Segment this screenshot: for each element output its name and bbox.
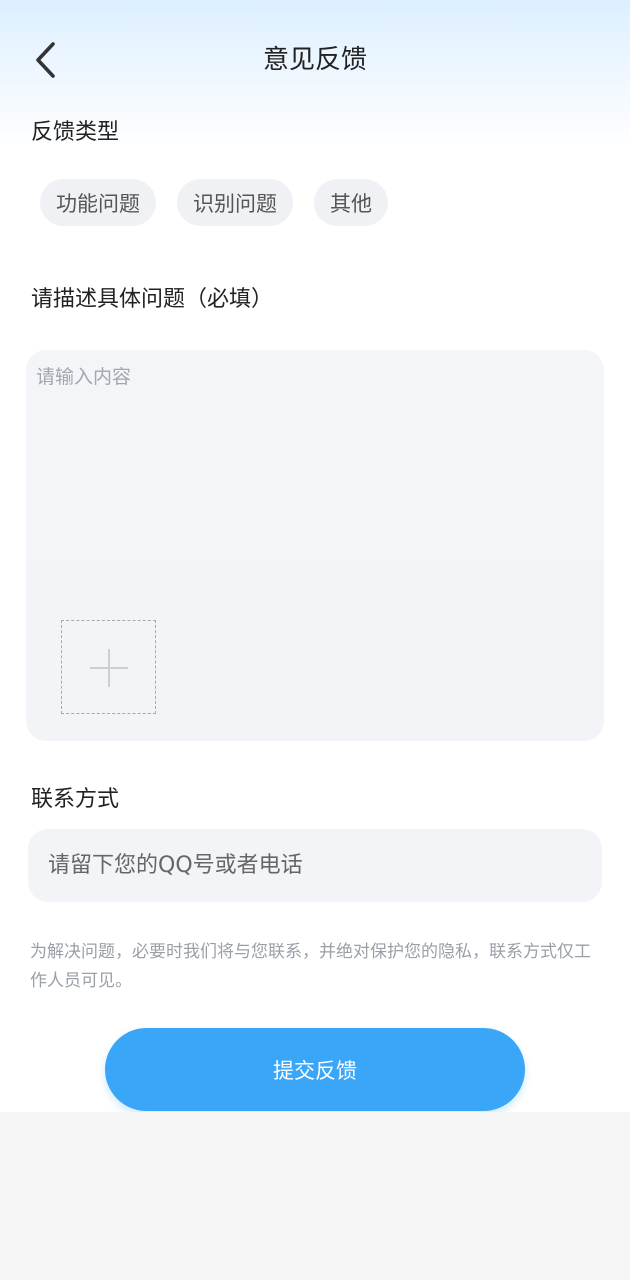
privacy-note: 为解决问题，必要时我们将与您联系，并绝对保护您的隐私，联系方式仅工作人员可见。	[30, 942, 591, 991]
add-image-button[interactable]	[61, 620, 156, 714]
feedback-type-label: 反馈类型	[31, 120, 120, 145]
description-label: 请描述具体问题（必填）	[31, 287, 274, 312]
bottom-blank-area	[0, 1112, 630, 1280]
chip-recognition-issue[interactable]: 识别问题	[177, 179, 293, 226]
page-title: 意见反馈	[262, 45, 367, 75]
feedback-textarea[interactable]	[26, 350, 604, 560]
header: 意见反馈	[0, 0, 630, 118]
contact-input[interactable]	[28, 829, 602, 902]
chip-other[interactable]: 其他	[314, 179, 388, 226]
contact-label: 联系方式	[31, 787, 120, 812]
feedback-type-options: 功能问题 识别问题 其他	[40, 179, 388, 226]
chip-function-issue[interactable]: 功能问题	[40, 179, 156, 226]
feedback-page: 意见反馈 反馈类型 功能问题 识别问题 其他 请描述具体问题（必填） 联系方式 …	[0, 0, 630, 1112]
feedback-box	[26, 350, 604, 741]
submit-feedback-button[interactable]: 提交反馈	[105, 1028, 525, 1111]
